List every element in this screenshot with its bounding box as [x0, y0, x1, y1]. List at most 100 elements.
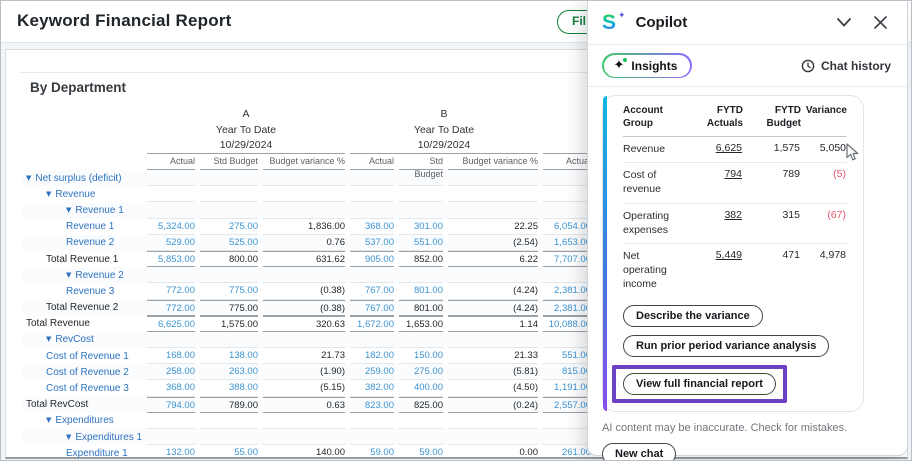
- report-cell[interactable]: 382.00: [350, 380, 394, 396]
- account-label[interactable]: Cost of Revenue 1: [22, 351, 142, 362]
- report-cell[interactable]: 767.00: [350, 283, 394, 299]
- report-cell[interactable]: 275.00: [399, 364, 443, 380]
- account-label[interactable]: Expenditure 1: [22, 448, 142, 459]
- report-cell[interactable]: 772.00: [147, 300, 195, 316]
- report-cell[interactable]: 801.00: [399, 283, 443, 299]
- report-cell[interactable]: 6,054.00: [543, 219, 591, 235]
- report-cell: [350, 429, 394, 445]
- report-cell[interactable]: 301.00: [399, 219, 443, 235]
- report-cell[interactable]: 775.00: [200, 283, 258, 299]
- report-cell[interactable]: 7,707.00: [543, 251, 591, 267]
- collapse-triangle-icon[interactable]: ▼: [66, 433, 71, 441]
- report-cell[interactable]: 400.00: [399, 380, 443, 396]
- report-cell: [200, 170, 258, 186]
- report-cell: [448, 267, 538, 283]
- suggestion-button[interactable]: View full financial report: [623, 373, 776, 395]
- report-cell[interactable]: 258.00: [147, 364, 195, 380]
- column-header: Std Budget: [200, 155, 258, 170]
- report-cell[interactable]: 263.00: [200, 364, 258, 380]
- report-cell[interactable]: 767.00: [350, 300, 394, 316]
- report-cell[interactable]: 5,324.00: [147, 219, 195, 235]
- report-cell[interactable]: 368.00: [350, 219, 394, 235]
- account-label[interactable]: Cost of Revenue 3: [22, 383, 142, 394]
- report-cell[interactable]: 525.00: [200, 235, 258, 251]
- chat-history-button[interactable]: Chat history: [801, 59, 891, 73]
- report-cell[interactable]: 2,381.00: [543, 300, 591, 316]
- report-cell[interactable]: 10,088.00: [543, 316, 591, 332]
- report-cell: [543, 170, 591, 186]
- report-cell: [147, 170, 195, 186]
- report-cell[interactable]: 59.00: [350, 445, 394, 461]
- insight-variance-value: 4,978: [801, 249, 847, 261]
- report-cell[interactable]: 5,853.00: [147, 251, 195, 267]
- insight-actuals-link[interactable]: 794: [681, 168, 743, 180]
- report-cell[interactable]: 132.00: [147, 445, 195, 461]
- account-group-label[interactable]: ▼Expenditures 1: [22, 432, 142, 443]
- account-label[interactable]: Revenue 3: [22, 286, 142, 297]
- report-cell[interactable]: 275.00: [200, 219, 258, 235]
- report-cell: 0.63: [263, 397, 345, 413]
- account-label[interactable]: Revenue 2: [22, 237, 142, 248]
- report-cell[interactable]: 529.00: [147, 235, 195, 251]
- report-cell[interactable]: 261.00: [543, 445, 591, 461]
- suggestion-button[interactable]: Run prior period variance analysis: [623, 335, 829, 357]
- report-cell[interactable]: 794.00: [147, 397, 195, 413]
- report-cell: [543, 332, 591, 348]
- insight-budget-value: 1,575: [743, 142, 801, 154]
- report-cell[interactable]: 168.00: [147, 348, 195, 364]
- close-icon[interactable]: [869, 12, 891, 34]
- account-label[interactable]: Revenue 1: [22, 221, 142, 232]
- report-cell[interactable]: 772.00: [147, 283, 195, 299]
- report-cell: [147, 186, 195, 202]
- insight-actuals-link[interactable]: 382: [681, 209, 743, 221]
- report-cell[interactable]: 551.00: [543, 348, 591, 364]
- insight-actuals-link[interactable]: 6,625: [681, 142, 743, 154]
- insight-actuals-link[interactable]: 5,449: [681, 249, 743, 261]
- account-label[interactable]: Cost of Revenue 2: [22, 367, 142, 378]
- report-cell: [448, 186, 538, 202]
- new-chat-button[interactable]: New chat: [602, 443, 676, 461]
- report-cell[interactable]: 905.00: [350, 251, 394, 267]
- account-group-label[interactable]: ▼Expenditures: [22, 415, 142, 426]
- report-cell: (0.24): [448, 397, 538, 413]
- account-group-label[interactable]: ▼RevCost: [22, 334, 142, 345]
- insights-tab[interactable]: ✦ Insights: [602, 53, 692, 78]
- report-cell[interactable]: 259.00: [350, 364, 394, 380]
- column-group-a: A: [147, 108, 345, 120]
- account-group-label[interactable]: ▼Revenue 2: [22, 270, 142, 281]
- report-cell[interactable]: 182.00: [350, 348, 394, 364]
- collapse-triangle-icon[interactable]: ▼: [46, 335, 51, 343]
- report-cell[interactable]: 815.00: [543, 364, 591, 380]
- report-cell[interactable]: 6,625.00: [147, 316, 195, 332]
- report-cell[interactable]: 368.00: [147, 380, 195, 396]
- collapse-triangle-icon[interactable]: ▼: [46, 190, 51, 198]
- suggestion-button[interactable]: Describe the variance: [623, 305, 763, 327]
- report-cell[interactable]: 59.00: [399, 445, 443, 461]
- report-cell[interactable]: 150.00: [399, 348, 443, 364]
- report-cell[interactable]: 2,381.00: [543, 283, 591, 299]
- column-group-b: B: [350, 108, 538, 120]
- chevron-down-icon[interactable]: [833, 12, 855, 34]
- account-group-label[interactable]: ▼Revenue 1: [22, 205, 142, 216]
- collapse-triangle-icon[interactable]: ▼: [46, 416, 51, 424]
- report-cell: [448, 332, 538, 348]
- report-cell[interactable]: 551.00: [399, 235, 443, 251]
- collapse-triangle-icon[interactable]: ▼: [26, 174, 31, 182]
- report-cell[interactable]: 823.00: [350, 397, 394, 413]
- report-cell[interactable]: 1,672.00: [350, 316, 394, 332]
- report-cell[interactable]: 537.00: [350, 235, 394, 251]
- report-cell: [543, 202, 591, 218]
- collapse-triangle-icon[interactable]: ▼: [66, 271, 71, 279]
- collapse-triangle-icon[interactable]: ▼: [66, 206, 71, 214]
- insight-budget-value: 315: [743, 209, 801, 221]
- report-cell[interactable]: 2,557.00: [543, 397, 591, 413]
- report-cell[interactable]: 388.00: [200, 380, 258, 396]
- report-cell[interactable]: 138.00: [200, 348, 258, 364]
- report-cell[interactable]: 1,191.00: [543, 380, 591, 396]
- report-cell[interactable]: 1,653.00: [543, 235, 591, 251]
- account-group-label[interactable]: ▼Revenue: [22, 189, 142, 200]
- report-cell[interactable]: 55.00: [200, 445, 258, 461]
- account-group-label[interactable]: ▼Net surplus (deficit): [22, 173, 142, 184]
- report-cell: [543, 186, 591, 202]
- report-cell: [399, 429, 443, 445]
